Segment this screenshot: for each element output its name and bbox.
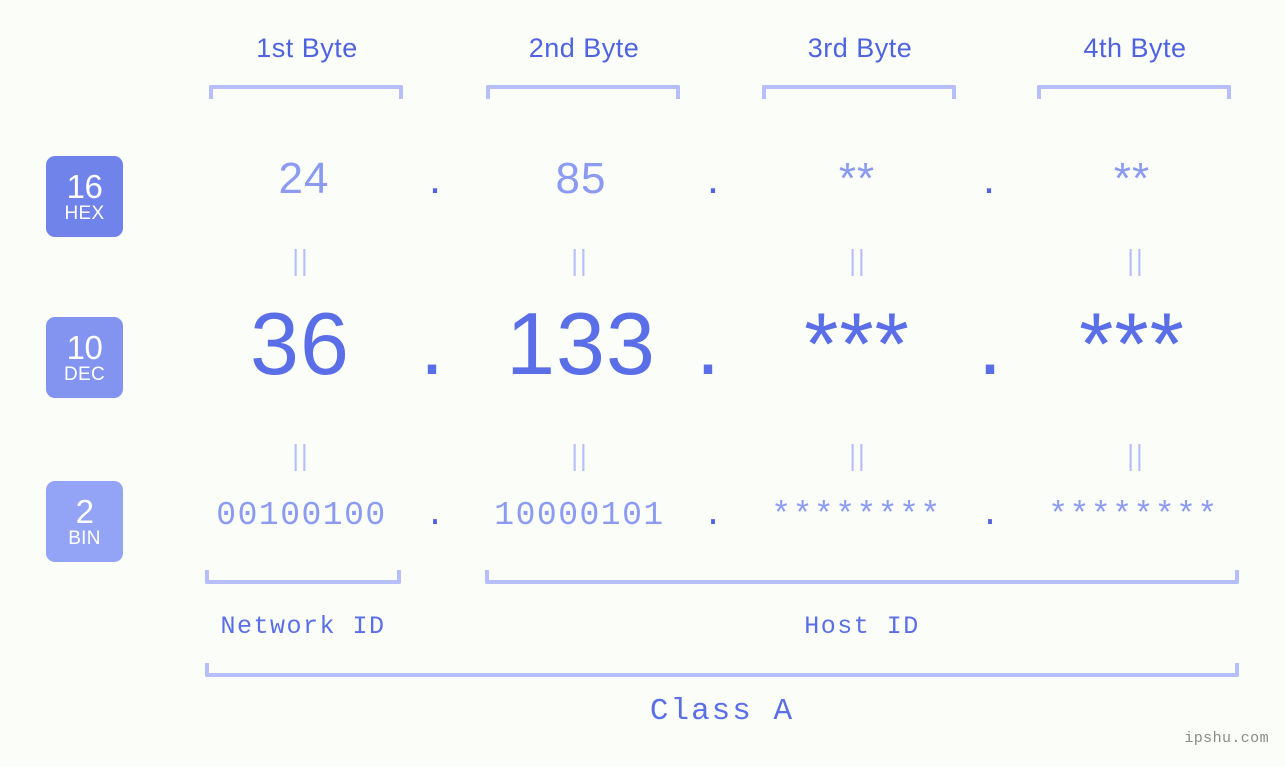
network-id-label: Network ID bbox=[220, 612, 386, 641]
hex-byte-3: ** bbox=[838, 154, 876, 203]
dec-dot-1: . bbox=[419, 294, 445, 393]
base-badge-bin-number: 2 bbox=[75, 492, 94, 530]
ip-breakdown-diagram: 1st Byte 2nd Byte 3rd Byte 4th Byte 16 H… bbox=[0, 0, 1285, 767]
equals-hex-dec-3: || bbox=[849, 243, 867, 277]
base-badge-hex-name: HEX bbox=[64, 202, 105, 224]
dec-byte-4: *** bbox=[1079, 294, 1185, 393]
hex-dot-3: . bbox=[982, 154, 996, 203]
equals-hex-dec-4: || bbox=[1127, 243, 1145, 277]
byte-bracket-1 bbox=[209, 85, 403, 99]
byte-bracket-3 bbox=[762, 85, 956, 99]
equals-dec-bin-3: || bbox=[849, 438, 867, 472]
bin-byte-4: ******** bbox=[1048, 497, 1219, 534]
hex-byte-1: 24 bbox=[278, 154, 330, 203]
byte-header-2: 2nd Byte bbox=[528, 33, 640, 63]
base-badge-hex-number: 16 bbox=[66, 167, 103, 205]
bin-byte-3: ******** bbox=[771, 497, 942, 534]
bin-byte-2: 10000101 bbox=[494, 497, 665, 534]
bin-byte-1: 00100100 bbox=[216, 497, 387, 534]
hex-byte-2: 85 bbox=[555, 154, 607, 203]
base-badge-hex[interactable]: 16 HEX bbox=[46, 156, 123, 237]
byte-header-1: 1st Byte bbox=[256, 33, 358, 63]
base-badge-dec-number: 10 bbox=[66, 328, 103, 366]
dec-byte-2: 133 bbox=[506, 294, 656, 393]
byte-bracket-4 bbox=[1037, 85, 1231, 99]
host-id-label: Host ID bbox=[804, 612, 920, 641]
base-badge-dec[interactable]: 10 DEC bbox=[46, 317, 123, 398]
byte-header-4: 4th Byte bbox=[1083, 33, 1187, 63]
equals-dec-bin-1: || bbox=[292, 438, 310, 472]
network-id-bracket bbox=[205, 570, 401, 584]
hex-dot-2: . bbox=[706, 154, 720, 203]
dec-dot-2: . bbox=[695, 294, 721, 393]
dec-byte-3: *** bbox=[804, 294, 910, 393]
base-badge-dec-name: DEC bbox=[63, 363, 105, 385]
host-id-bracket bbox=[485, 570, 1239, 584]
byte-bracket-2 bbox=[486, 85, 680, 99]
base-badge-bin-name: BIN bbox=[68, 527, 101, 549]
class-label: Class A bbox=[649, 694, 795, 729]
base-badge-bin[interactable]: 2 BIN bbox=[46, 481, 123, 562]
bin-dot-2: . bbox=[703, 497, 723, 534]
hex-dot-1: . bbox=[428, 154, 442, 203]
equals-hex-dec-2: || bbox=[571, 243, 589, 277]
equals-hex-dec-1: || bbox=[292, 243, 310, 277]
bin-dot-1: . bbox=[425, 497, 445, 534]
class-bracket bbox=[205, 663, 1239, 677]
equals-dec-bin-2: || bbox=[571, 438, 589, 472]
dec-byte-1: 36 bbox=[250, 294, 350, 393]
equals-dec-bin-4: || bbox=[1127, 438, 1145, 472]
site-watermark: ipshu.com bbox=[1184, 730, 1269, 747]
dec-dot-3: . bbox=[977, 294, 1003, 393]
bin-dot-3: . bbox=[980, 497, 1000, 534]
byte-header-3: 3rd Byte bbox=[807, 33, 913, 63]
hex-byte-4: ** bbox=[1113, 154, 1151, 203]
